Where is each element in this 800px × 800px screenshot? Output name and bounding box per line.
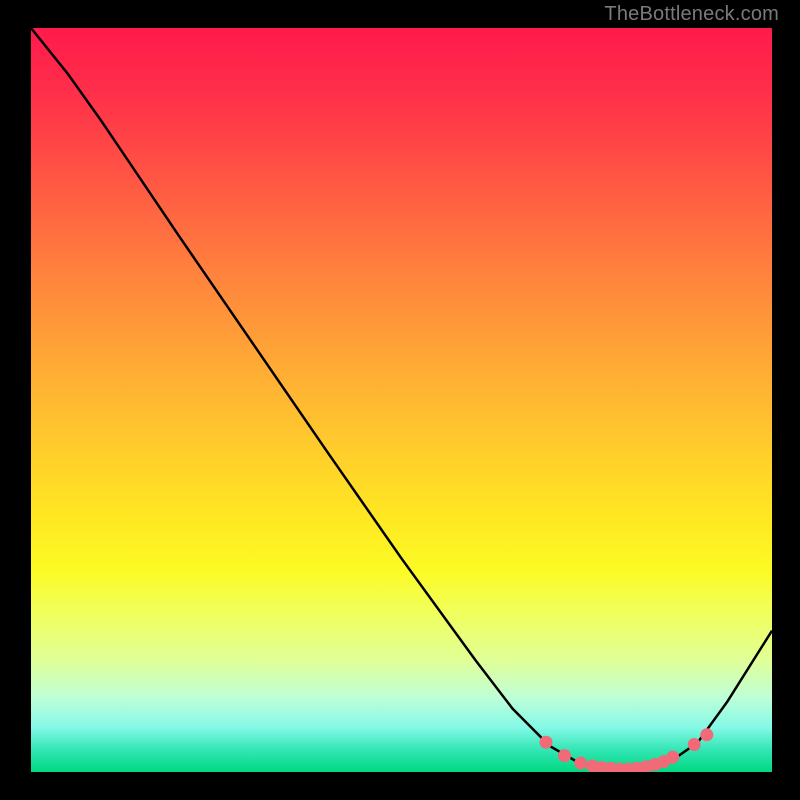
attribution-label: TheBottleneck.com	[604, 3, 779, 26]
data-marker	[700, 728, 713, 741]
data-marker	[574, 757, 587, 770]
data-marker	[539, 736, 552, 749]
line-series	[31, 28, 772, 769]
data-marker	[666, 751, 679, 764]
data-marker	[558, 749, 571, 762]
curve-path	[31, 28, 772, 769]
chart-svg	[31, 28, 772, 772]
chart-container: TheBottleneck.com	[0, 0, 800, 800]
data-marker	[688, 738, 701, 751]
plot-area	[31, 28, 772, 772]
